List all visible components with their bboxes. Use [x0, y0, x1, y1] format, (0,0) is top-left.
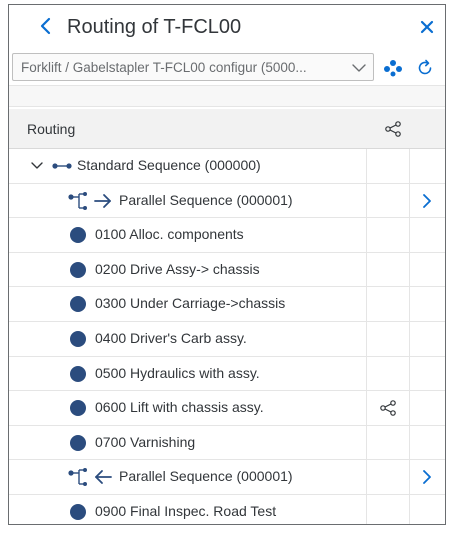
operation-dot-icon: [70, 365, 86, 382]
operation-dot-icon: [70, 331, 86, 347]
configuration-select[interactable]: Forklift / Gabelstapler T-FCL00 configur…: [12, 53, 374, 81]
chevron-right-icon[interactable]: [417, 467, 437, 487]
share-icon: [383, 119, 403, 139]
panel-header: Routing of T-FCL00: [9, 5, 445, 49]
routing-panel: Routing of T-FCL00 Forklift / Gabelstapl…: [8, 4, 446, 525]
operation-dot-icon: [70, 400, 86, 417]
row-label: 0400 Driver's Carb assy.: [95, 330, 247, 346]
operation-dot-icon: [70, 504, 86, 520]
table-row[interactable]: Parallel Sequence (000001): [9, 184, 445, 219]
row-label: Parallel Sequence (000001): [119, 191, 293, 208]
table-row[interactable]: 0300 Under Carriage->chassis: [9, 287, 445, 322]
arrow-left-icon: [95, 470, 112, 485]
row-main-cell: 0100 Alloc. components: [9, 218, 366, 252]
row-label: 0600 Lift with chassis assy.: [95, 399, 264, 416]
operation-dot-icon: [70, 434, 86, 451]
close-icon: [420, 20, 434, 34]
table-row[interactable]: 0900 Final Inspec. Road Test: [9, 495, 445, 524]
table-row[interactable]: 0600 Lift with chassis assy.: [9, 391, 445, 426]
refresh-button[interactable]: [412, 55, 438, 81]
operation-dot-icon: [70, 227, 86, 244]
close-button[interactable]: [417, 17, 437, 37]
chevron-right-icon[interactable]: [417, 191, 437, 211]
row-label: 0300 Under Carriage->chassis: [95, 295, 286, 312]
row-main-cell: 0300 Under Carriage->chassis: [9, 287, 366, 321]
table-row[interactable]: 0200 Drive Assy-> chassis: [9, 253, 445, 288]
table-row[interactable]: 0700 Varnishing: [9, 426, 445, 461]
table-row[interactable]: 0500 Hydraulics with assy.: [9, 357, 445, 392]
share-icon[interactable]: [377, 397, 399, 419]
row-main-cell: 0700 Varnishing: [9, 426, 366, 460]
row-main-cell: 0600 Lift with chassis assy.: [9, 391, 366, 425]
toolbar-divider-band: [9, 85, 445, 107]
row-main-cell: Standard Sequence (000000): [9, 149, 366, 183]
network-icon: [384, 60, 402, 77]
chevron-down-icon[interactable]: [29, 158, 45, 174]
row-main-cell: Parallel Sequence (000001): [9, 460, 366, 494]
column-header-routing: Routing: [27, 121, 76, 137]
row-label: 0200 Drive Assy-> chassis: [95, 260, 260, 277]
row-main-cell: 0900 Final Inspec. Road Test: [9, 495, 366, 524]
select-value: Forklift / Gabelstapler T-FCL00 configur…: [21, 60, 307, 75]
row-label: 0500 Hydraulics with assy.: [95, 364, 260, 381]
row-main-cell: 0500 Hydraulics with assy.: [9, 357, 366, 391]
parallel-sequence-icon: [68, 468, 87, 487]
table-row[interactable]: Parallel Sequence (000001): [9, 460, 445, 495]
row-main-cell: 0400 Driver's Carb assy.: [9, 322, 366, 356]
row-label: 0100 Alloc. components: [95, 226, 244, 243]
refresh-icon: [418, 59, 432, 75]
row-label: Standard Sequence (000000): [77, 157, 261, 173]
table-header: Routing: [9, 109, 445, 149]
operation-dot-icon: [70, 296, 86, 313]
row-label: 0700 Varnishing: [95, 433, 196, 450]
network-button[interactable]: [380, 55, 406, 81]
table-row[interactable]: 0100 Alloc. components: [9, 218, 445, 253]
table-row[interactable]: Standard Sequence (000000): [9, 149, 445, 184]
parallel-sequence-icon: [68, 191, 87, 210]
arrow-right-icon: [94, 193, 111, 208]
sequence-icon: [52, 163, 72, 169]
row-main-cell: 0200 Drive Assy-> chassis: [9, 253, 366, 287]
back-button[interactable]: [35, 15, 57, 37]
page-title: Routing of T-FCL00: [67, 16, 242, 38]
chevron-left-icon: [40, 17, 51, 35]
row-label: Parallel Sequence (000001): [119, 468, 293, 485]
operation-dot-icon: [70, 261, 86, 278]
row-main-cell: Parallel Sequence (000001): [9, 184, 366, 218]
chevron-down-icon[interactable]: [349, 58, 369, 78]
table-row[interactable]: 0400 Driver's Carb assy.: [9, 322, 445, 357]
toolbar: Forklift / Gabelstapler T-FCL00 configur…: [9, 51, 445, 87]
row-label: 0900 Final Inspec. Road Test: [95, 503, 277, 519]
